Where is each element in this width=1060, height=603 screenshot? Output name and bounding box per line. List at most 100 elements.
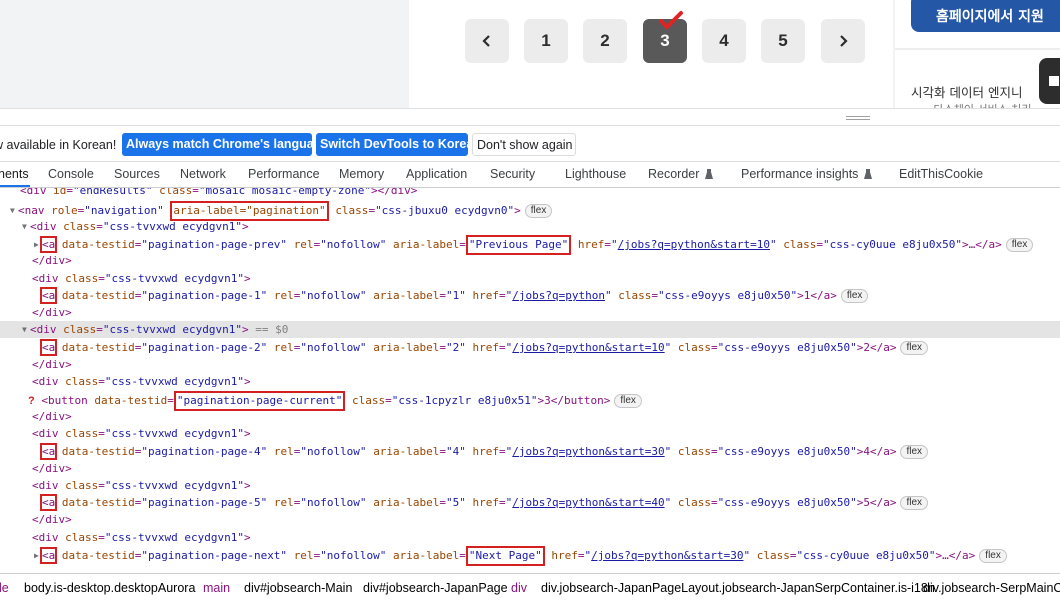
devtools-tabbar: nents Console Sources Network Performanc… (0, 162, 1060, 188)
pagination-prev-button[interactable] (465, 19, 509, 63)
breadcrumb-item-div[interactable]: div (511, 581, 527, 595)
tab-memory[interactable]: Memory (339, 167, 384, 181)
expand-triangle-icon[interactable]: ▼ (22, 321, 30, 338)
expand-triangle-icon[interactable]: ▼ (22, 218, 30, 235)
breadcrumb-item-japanpage[interactable]: div#jobsearch-JapanPage (363, 581, 508, 595)
devtools-resize-handle[interactable] (0, 108, 1060, 126)
highlight-a-tag: <a (39, 287, 58, 304)
highlight-a-tag: <a (39, 236, 58, 253)
dom-node-endresults[interactable]: <div id="endResults" class="mosaic mosai… (0, 188, 1060, 199)
sidebar-divider (895, 48, 1060, 50)
tab-console[interactable]: Console (48, 167, 94, 181)
tab-performance-insights[interactable]: Performance insights (741, 167, 873, 181)
flex-badge[interactable]: flex (1005, 238, 1034, 252)
tab-performance-insights-label: Performance insights (741, 167, 859, 181)
job-title[interactable]: 시각화 데이터 엔지니 (911, 82, 1022, 101)
dom-tree: <div id="endResults" class="mosaic mosai… (0, 188, 1060, 573)
dom-node-div-close: </div> (32, 513, 72, 526)
pagination-page-2[interactable]: 2 (583, 19, 627, 63)
tab-security[interactable]: Security (490, 167, 535, 181)
dom-node-a-page-2[interactable]: <a data-testid="pagination-page-2" rel="… (0, 339, 1060, 356)
experiment-flask-icon (864, 169, 873, 179)
active-tab-indicator (0, 185, 30, 187)
breadcrumb-item-main[interactable]: main (203, 581, 230, 595)
pagination-next-button[interactable] (821, 19, 865, 63)
infobar-message: w available in Korean! (0, 138, 117, 152)
breadcrumb-item-serpmain[interactable]: div.jobsearch-SerpMainCo (923, 581, 1060, 595)
dom-node-a-next[interactable]: ▶ <a data-testid="pagination-page-next" r… (0, 546, 1060, 566)
dom-node-div-close: </div> (32, 462, 72, 475)
highlight-a-tag: <a (39, 494, 58, 511)
flex-badge[interactable]: flex (979, 549, 1007, 563)
highlight-aria-next: "Next Page" (465, 546, 545, 566)
href-link[interactable]: /jobs?q=python&start=40 (512, 496, 664, 509)
href-link[interactable]: /jobs?q=python&start=30 (512, 445, 664, 458)
question-mark-annotation: ? (28, 395, 35, 407)
dom-breadcrumb: le body.is-desktop.desktopAurora main di… (0, 573, 1060, 603)
apply-on-homepage-button[interactable]: 홈페이지에서 지원 (911, 0, 1060, 32)
language-infobar: w available in Korean! Always match Chro… (0, 126, 1060, 162)
flex-badge[interactable]: flex (900, 496, 929, 510)
pagination-page-4[interactable]: 4 (702, 19, 746, 63)
flex-badge[interactable]: flex (840, 289, 869, 303)
flex-badge[interactable]: flex (900, 341, 929, 355)
flex-badge[interactable]: flex (524, 204, 553, 218)
breadcrumb-item[interactable]: le (0, 581, 9, 595)
highlight-a-tag: <a (39, 339, 58, 356)
dom-node-div[interactable]: ▼ <div class="css-tvvxwd ecydgvn1"> (0, 218, 1060, 235)
pagination-page-1[interactable]: 1 (524, 19, 568, 63)
dom-node-a-page-4[interactable]: <a data-testid="pagination-page-4" rel="… (0, 443, 1060, 460)
dom-node-a-prev[interactable]: ▶ <a data-testid="pagination-page-prev" r… (0, 235, 1060, 255)
dom-node-div[interactable]: <div class="css-tvvxwd ecydgvn1"> (0, 529, 1060, 546)
web-page-viewport: 1 2 3 4 5 홈페이지에서 지원 시각화 데이터 엔지니 - 다스체이 서… (0, 0, 1060, 108)
chevron-left-icon (482, 35, 490, 47)
dom-node-div[interactable]: <div class="css-tvvxwd ecydgvn1"> (0, 270, 1060, 287)
tab-lighthouse[interactable]: Lighthouse (565, 167, 626, 181)
tab-editthiscookie[interactable]: EditThisCookie (899, 167, 983, 181)
always-match-language-button[interactable]: Always match Chrome's language (122, 133, 328, 156)
dom-node-div-selected[interactable]: ▼ <div class="css-tvvxwd ecydgvn1"> == $0 (0, 321, 1060, 338)
dom-node-button-current[interactable]: ? <button data-testid= "pagination-page-c… (0, 391, 1060, 411)
flex-badge[interactable]: flex (900, 445, 929, 459)
tab-sources[interactable]: Sources (114, 167, 160, 181)
tab-performance[interactable]: Performance (248, 167, 320, 181)
dom-node-a-page-1[interactable]: <a data-testid="pagination-page-1" rel="… (0, 287, 1060, 304)
breadcrumb-item-japanpagelayout[interactable]: div.jobsearch-JapanPageLayout.jobsearch-… (541, 581, 935, 595)
flex-badge[interactable]: flex (614, 394, 642, 408)
switch-devtools-korean-button[interactable]: Switch DevTools to Korean (316, 133, 481, 156)
resize-grip-icon (846, 116, 870, 120)
dom-node-div-close: </div> (32, 254, 72, 267)
dom-node-div[interactable]: <div class="css-tvvxwd ecydgvn1"> (0, 477, 1060, 494)
chevron-right-icon (840, 35, 848, 47)
job-subtitle: - 다스체이 서비스 처리 (926, 101, 1032, 108)
dom-node-div[interactable]: <div class="css-tvvxwd ecydgvn1"> (0, 425, 1060, 442)
href-link[interactable]: /jobs?q=python&start=10 (618, 238, 770, 251)
column-separator (893, 0, 895, 108)
expand-triangle-icon[interactable]: ▼ (10, 202, 18, 219)
collapse-triangle-icon[interactable]: ▶ (34, 236, 42, 253)
tab-recorder-label: Recorder (648, 167, 700, 181)
tab-elements[interactable]: nents (0, 167, 29, 181)
selected-node-hint: == $0 (248, 323, 289, 336)
dom-node-div-close: </div> (32, 306, 72, 319)
tab-application[interactable]: Application (406, 167, 467, 181)
dom-node-div[interactable]: <div class="css-tvvxwd ecydgvn1"> (0, 373, 1060, 390)
breadcrumb-item-body[interactable]: body.is-desktop.desktopAurora (24, 581, 195, 595)
red-checkmark-annotation (659, 11, 683, 30)
dom-node-div-close: </div> (32, 358, 72, 371)
dont-show-again-button[interactable]: Don't show again (472, 133, 576, 156)
tab-network[interactable]: Network (180, 167, 226, 181)
pagination-page-5[interactable]: 5 (761, 19, 805, 63)
dom-node-nav[interactable]: ▼ <nav role="navigation" aria-label="pagi… (0, 201, 1060, 221)
collapse-triangle-icon[interactable]: ▶ (34, 547, 42, 564)
dom-node-a-page-5[interactable]: <a data-testid="pagination-page-5" rel="… (0, 494, 1060, 511)
dom-node-div-close: </div> (32, 410, 72, 423)
highlight-a-tag: <a (39, 443, 58, 460)
href-link[interactable]: /jobs?q=python (512, 289, 605, 302)
experiment-flask-icon (705, 169, 714, 179)
breadcrumb-item-jobsearch-main[interactable]: div#jobsearch-Main (244, 581, 352, 595)
href-link[interactable]: /jobs?q=python&start=30 (591, 549, 743, 562)
floating-side-tab[interactable] (1039, 58, 1060, 104)
tab-recorder[interactable]: Recorder (648, 167, 714, 181)
href-link[interactable]: /jobs?q=python&start=10 (512, 341, 664, 354)
